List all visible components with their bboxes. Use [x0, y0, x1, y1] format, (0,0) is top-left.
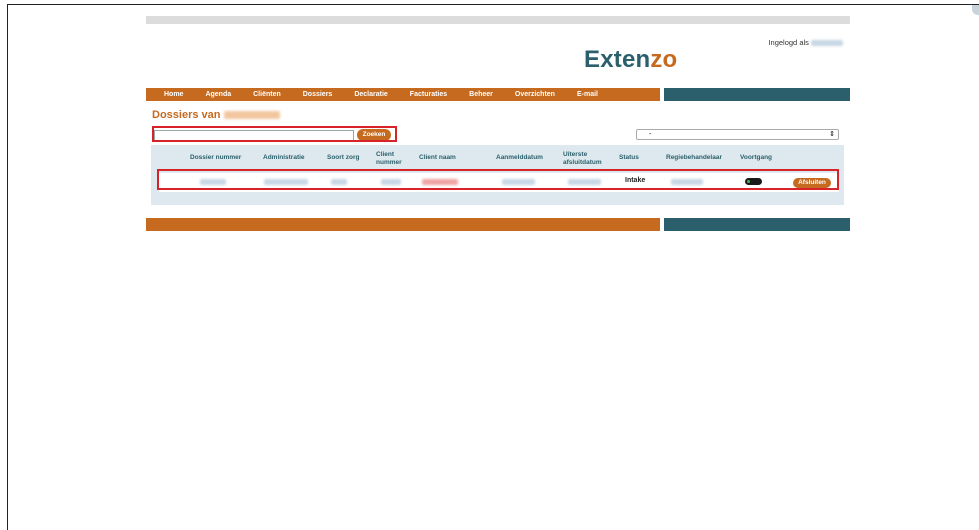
col-client-nummer[interactable]: Client nummer [376, 151, 406, 167]
scroll-corner-icon [972, 5, 979, 15]
main-nav: Home Agenda Cliënten Dossiers Declaratie… [146, 88, 850, 101]
footer-orange [146, 218, 660, 231]
nav-facturaties[interactable]: Facturaties [410, 91, 447, 98]
col-regiebehandelaar[interactable]: Regiebehandelaar [666, 154, 722, 162]
col-client-naam[interactable]: Client naam [419, 154, 456, 162]
highlight-row-box [157, 169, 839, 190]
top-strip [146, 16, 850, 24]
col-aanmelddatum[interactable]: Aanmelddatum [496, 154, 543, 162]
nav-declaratie[interactable]: Declaratie [354, 91, 387, 98]
login-label: Ingelogd als [768, 38, 809, 47]
header: Extenzo Ingelogd als [146, 24, 850, 88]
col-status[interactable]: Status [619, 154, 639, 162]
nav-email[interactable]: E-mail [577, 91, 598, 98]
nav-beheer[interactable]: Beheer [469, 91, 493, 98]
page-title-text: Dossiers van [152, 109, 221, 121]
select-value: - [649, 131, 652, 138]
col-voortgang[interactable]: Voortgang [740, 154, 772, 162]
col-administratie[interactable]: Administratie [263, 154, 305, 162]
main-content: Dossiers van Zoeken - ⇕ Dossier nummer A… [146, 101, 850, 216]
footer-bar [146, 218, 850, 231]
nav-clienten[interactable]: Cliënten [253, 91, 281, 98]
logo-text-b: zo [650, 46, 678, 73]
col-uiterste-afsluitdatum[interactable]: Uiterste afsluitdatum [563, 151, 607, 167]
filter-select[interactable]: - ⇕ [636, 129, 839, 140]
footer-teal [664, 218, 850, 231]
nav-dossiers[interactable]: Dossiers [303, 91, 333, 98]
redacted-username [811, 40, 843, 47]
page-title: Dossiers van [152, 109, 280, 121]
logo-text-a: Exten [584, 46, 651, 73]
nav-bar: Home Agenda Cliënten Dossiers Declaratie… [146, 88, 660, 101]
select-arrows-icon: ⇕ [829, 131, 835, 138]
highlight-search-box [152, 126, 397, 142]
logged-in-as: Ingelogd als [768, 38, 843, 47]
col-soort-zorg[interactable]: Soort zorg [327, 154, 360, 162]
col-dossier-nummer[interactable]: Dossier nummer [190, 154, 241, 162]
redacted-client-name [223, 111, 280, 120]
nav-agenda[interactable]: Agenda [205, 91, 231, 98]
extenzo-logo[interactable]: Extenzo [584, 46, 677, 74]
nav-right-bar [664, 88, 850, 101]
nav-overzichten[interactable]: Overzichten [515, 91, 555, 98]
nav-home[interactable]: Home [164, 91, 183, 98]
